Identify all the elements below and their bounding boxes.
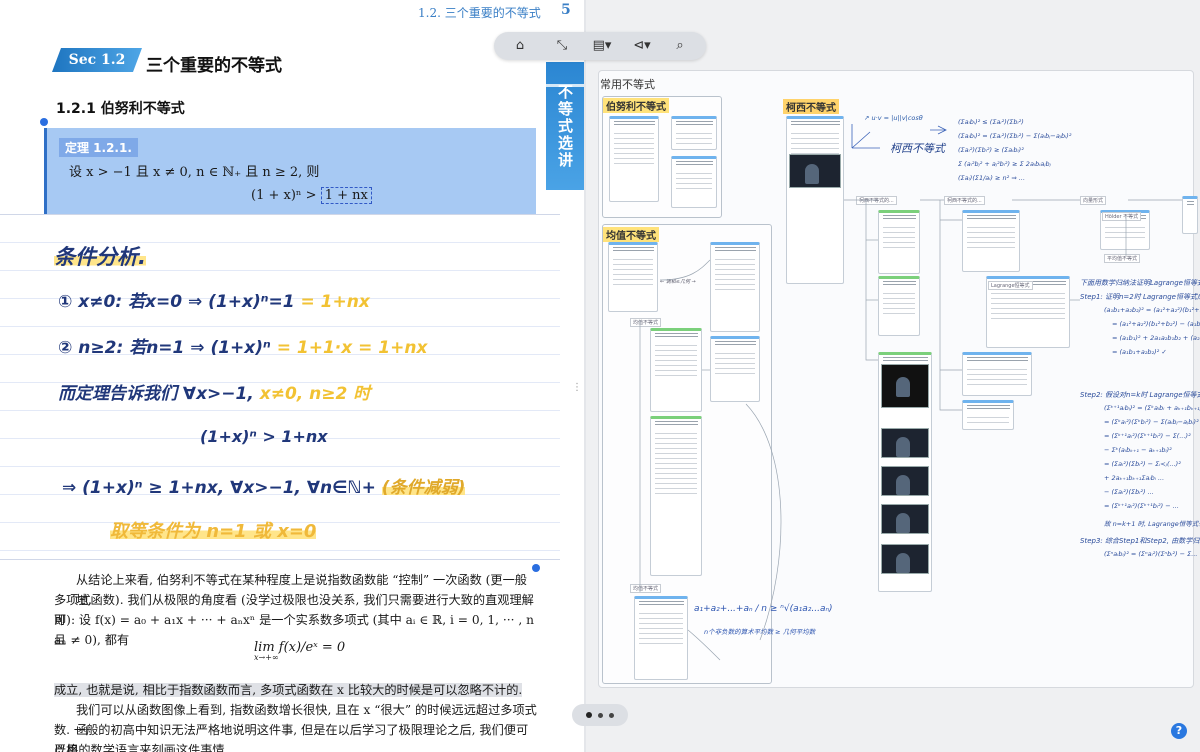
viewer-toolbar: ⌂ ⤡ ▤▾ ⊲▾ ⌕ — [494, 32, 706, 60]
collapse-arrows-icon[interactable]: ⤡ — [552, 37, 572, 55]
page-icon[interactable]: ▤▾ — [588, 37, 616, 55]
page-dot[interactable] — [598, 712, 603, 718]
share-icon[interactable]: ⊲▾ — [628, 37, 656, 55]
home-icon[interactable]: ⌂ — [510, 37, 530, 55]
page-indicator[interactable] — [572, 704, 628, 726]
page-dot[interactable] — [609, 712, 614, 718]
app-window: 1.2. 三个重要的不等式 5 Sec 1.2 三个重要的不等式 1.2.1 伯… — [0, 0, 1200, 752]
page-dot-active[interactable] — [586, 712, 592, 718]
help-button[interactable]: ? — [1171, 723, 1187, 739]
search-icon[interactable]: ⌕ — [670, 37, 690, 55]
mindmap-links — [639, 124, 1182, 661]
